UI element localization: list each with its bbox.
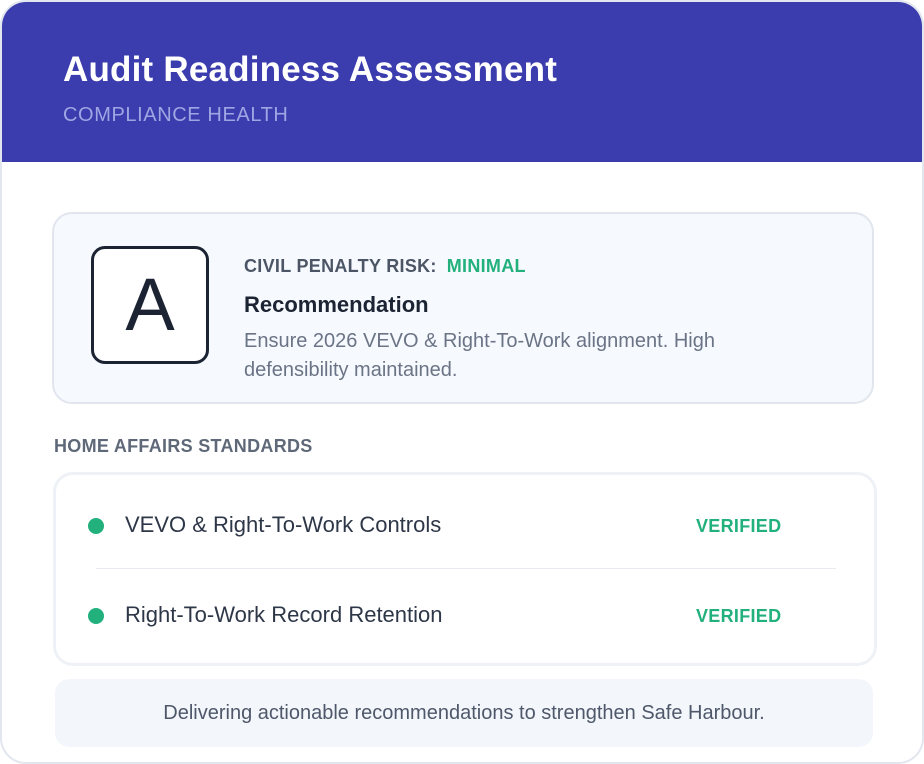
standard-label: Right-To-Work Record Retention: [125, 602, 443, 627]
risk-row: CIVIL PENALTY RISK: MINIMAL: [244, 256, 526, 277]
page-title: Audit Readiness Assessment: [63, 50, 558, 89]
standards-section-title: HOME AFFAIRS STANDARDS: [54, 436, 313, 456]
risk-label: CIVIL PENALTY RISK:: [244, 256, 437, 276]
card-header: Audit Readiness Assessment COMPLIANCE HE…: [2, 2, 922, 162]
list-item: Right-To-Work Record Retention VERIFIED: [56, 565, 874, 655]
risk-value: MINIMAL: [446, 256, 526, 276]
risk-summary-panel: A CIVIL PENALTY RISK: MINIMAL Recommendat…: [52, 212, 874, 404]
standard-label: VEVO & Right-To-Work Controls: [125, 512, 442, 537]
footer-note: Delivering actionable recommendations to…: [55, 679, 873, 747]
status-badge: VERIFIED: [696, 516, 782, 536]
recommendation-title: Recommendation: [244, 292, 429, 317]
list-item: VEVO & Right-To-Work Controls VERIFIED: [56, 475, 874, 565]
grade-badge: A: [91, 246, 209, 364]
standards-list: VEVO & Right-To-Work Controls VERIFIED R…: [53, 472, 877, 666]
grade-letter: A: [125, 263, 175, 346]
status-badge: VERIFIED: [696, 606, 782, 626]
audit-readiness-card: Audit Readiness Assessment COMPLIANCE HE…: [0, 0, 924, 764]
status-dot-icon: [88, 518, 104, 534]
page-subtitle: COMPLIANCE HEALTH: [63, 104, 289, 126]
recommendation-text: Ensure 2026 VEVO & Right-To-Work alignme…: [244, 330, 715, 381]
status-dot-icon: [88, 608, 104, 624]
